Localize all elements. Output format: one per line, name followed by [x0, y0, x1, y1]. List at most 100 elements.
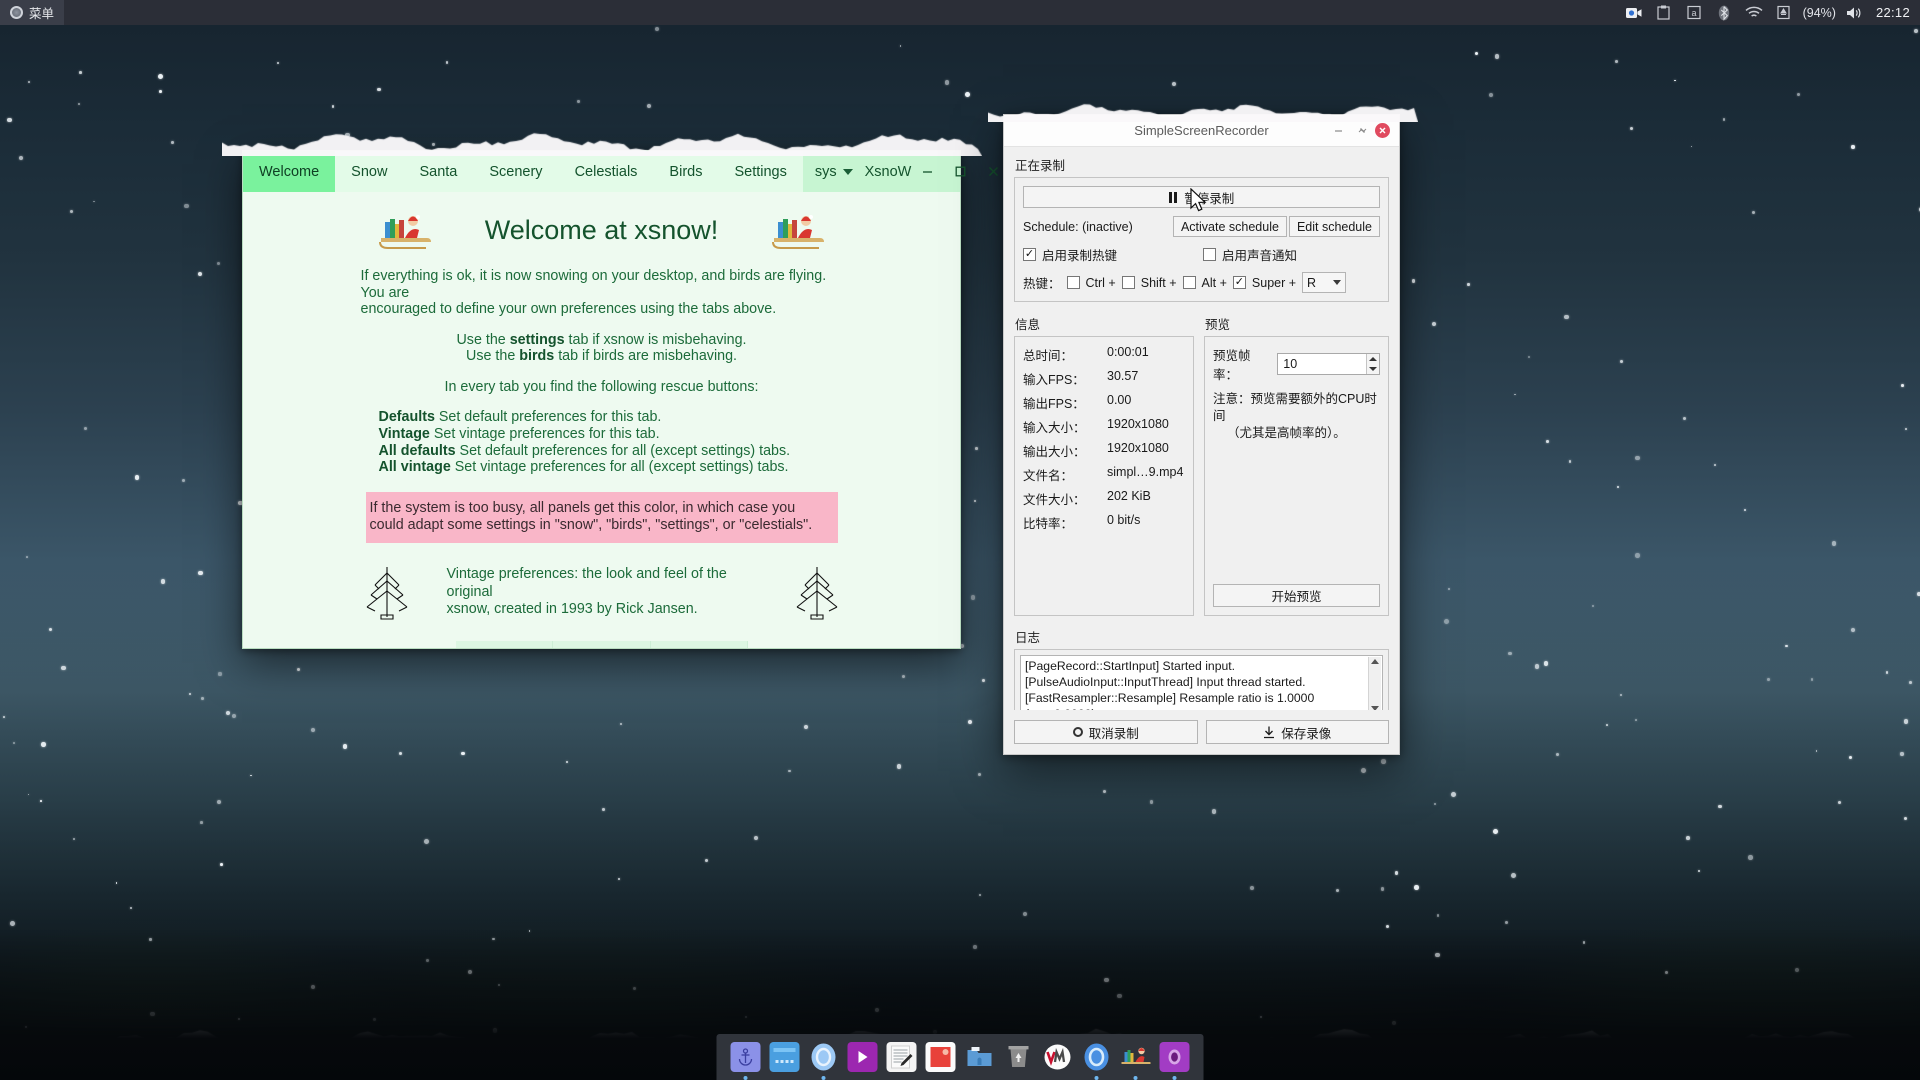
sys-menu-label: sys: [814, 163, 837, 180]
dock-item-file-manager[interactable]: [965, 1042, 995, 1072]
modifier-alt-checkbox[interactable]: [1182, 276, 1196, 289]
maximize-button[interactable]: [944, 151, 977, 192]
minimize-button[interactable]: [911, 151, 944, 192]
sound-notify-checkbox[interactable]: [1203, 248, 1216, 261]
speaker-icon[interactable]: [1840, 0, 1870, 25]
log-text-area[interactable]: [PageRecord::StartInput] Started input. …: [1020, 655, 1383, 710]
dock-item-text-editor[interactable]: [886, 1042, 917, 1072]
hotkey-row: 热键： Ctrl + Shift + Alt + ✓ Super + R: [1023, 272, 1380, 293]
running-indicator: [1133, 1076, 1138, 1080]
busy-warning-panel: If the system is too busy, all panels ge…: [365, 491, 838, 543]
donate-link[interactable]: Donate: [553, 640, 650, 648]
santa-sleigh-icon-right: [770, 208, 826, 252]
ssr-restore-button[interactable]: [1351, 120, 1373, 142]
preview-fps-stepper[interactable]: [1277, 353, 1380, 375]
dock-item-window-manager[interactable]: [769, 1042, 800, 1072]
modifier-ctrl-checkbox[interactable]: [1066, 276, 1080, 289]
tab-snow[interactable]: Snow: [335, 151, 404, 192]
tab-welcome[interactable]: Welcome: [243, 151, 336, 192]
info-value-bit-rate: 0 bit/s: [1107, 513, 1141, 527]
tip-2-bold: birds: [519, 348, 555, 365]
dock-item-browser-blue[interactable]: [809, 1042, 839, 1080]
log-groupbox: [PageRecord::StartInput] Started input. …: [1014, 649, 1389, 710]
record-circle-icon: [1072, 727, 1083, 737]
dock-item-xsnow[interactable]: [1121, 1042, 1151, 1080]
dock-item-vmware[interactable]: [1043, 1042, 1073, 1072]
schedule-row: Schedule: (inactive) Activate schedule E…: [1023, 216, 1380, 237]
modifier-shift-checkbox[interactable]: [1121, 276, 1135, 289]
rescue-desc: Set vintage preferences for all (except …: [450, 459, 789, 476]
ssr-minimize-button[interactable]: [1327, 120, 1349, 142]
checkbox-row: ✓ 启用录制热键 启用声音通知: [1023, 245, 1380, 264]
dock-item-image-viewer[interactable]: [925, 1042, 956, 1072]
updates-tray-icon[interactable]: [1769, 0, 1799, 25]
running-indicator: [743, 1076, 748, 1080]
ssr-close-button[interactable]: [1375, 123, 1390, 138]
log-group-title: 日志: [1015, 631, 1041, 645]
all-vintage-button[interactable]: All vintage: [650, 640, 748, 648]
start-preview-button[interactable]: 开始预览: [1213, 584, 1380, 607]
cancel-recording-button[interactable]: 取消录制: [1014, 720, 1198, 744]
preview-fps-input[interactable]: [1278, 354, 1366, 374]
stepper-down-button[interactable]: [1367, 364, 1379, 374]
bluetooth-tray-icon[interactable]: [1709, 0, 1739, 25]
modifier-ctrl-row[interactable]: Ctrl +: [1066, 276, 1116, 290]
chevron-up-icon: [1369, 357, 1377, 361]
modifier-shift-row[interactable]: Shift +: [1121, 276, 1177, 290]
chevron-down-icon: [1333, 280, 1342, 285]
sys-menu-button[interactable]: sys: [803, 151, 865, 192]
scroll-down-icon[interactable]: [1371, 706, 1379, 710]
dock-item-trash[interactable]: [1004, 1042, 1034, 1072]
xsnow-window-title: XsnoW: [864, 163, 912, 180]
rescue-item: Vintage Set vintage preferences for this…: [379, 426, 843, 443]
hotkey-key-select[interactable]: R: [1302, 272, 1347, 293]
activate-schedule-button[interactable]: Activate schedule: [1172, 216, 1287, 237]
menu-circle-icon: [10, 6, 23, 19]
modifier-super-checkbox[interactable]: ✓: [1232, 276, 1246, 289]
tab-settings[interactable]: Settings: [718, 151, 803, 192]
xsnow-tabbar: Welcome Snow Santa Scenery Celestials Bi…: [243, 151, 999, 192]
edit-schedule-button[interactable]: Edit schedule: [1288, 216, 1380, 237]
tab-birds[interactable]: Birds: [653, 151, 719, 192]
dock-item-chromium[interactable]: [1082, 1042, 1112, 1080]
all-defaults-button[interactable]: All defaults: [455, 640, 553, 648]
rescue-term: All vintage: [378, 459, 451, 476]
rescue-term: Defaults: [378, 409, 435, 426]
modifier-super-row[interactable]: ✓ Super +: [1232, 276, 1296, 290]
stepper-up-button[interactable]: [1367, 354, 1379, 364]
scroll-up-icon[interactable]: [1371, 659, 1379, 664]
intro-paragraph: If everything is ok, it is now snowing o…: [361, 268, 843, 318]
pause-recording-button[interactable]: 暂停录制: [1023, 186, 1380, 208]
enable-hotkey-label: 启用录制热键: [1042, 249, 1118, 263]
modifier-alt-row[interactable]: Alt +: [1182, 276, 1227, 290]
enable-hotkey-checkbox[interactable]: ✓: [1023, 248, 1036, 261]
svg-text:a: a: [1691, 8, 1696, 18]
clock[interactable]: 22:12: [1870, 5, 1910, 20]
input-method-tray-icon[interactable]: a: [1679, 0, 1709, 25]
vintage-line-1: Vintage preferences: the look and feel o…: [446, 566, 727, 600]
log-scrollbar[interactable]: [1368, 657, 1381, 710]
enable-hotkey-checkbox-row[interactable]: ✓ 启用录制热键: [1023, 245, 1203, 264]
wifi-tray-icon[interactable]: [1739, 0, 1769, 25]
download-icon: [1264, 726, 1275, 738]
tab-scenery[interactable]: Scenery: [473, 151, 559, 192]
rescue-desc: Set default preferences for all (except …: [455, 442, 791, 459]
preview-note: 注意：预览需要额外的CPU时间 （尤其是高帧率的）。: [1213, 391, 1380, 442]
xsnow-window-controls: [911, 151, 1010, 192]
dock-item-media-player[interactable]: [847, 1042, 878, 1072]
simplescreenrecorder-window: SimpleScreenRecorder 正在录制 暂停录制 Schedule:…: [1003, 114, 1400, 755]
menu-button[interactable]: 菜单: [0, 0, 65, 25]
dock-item-purple-app[interactable]: [1159, 1042, 1190, 1080]
screen-recorder-tray-icon[interactable]: [1619, 0, 1649, 25]
tab-celestials[interactable]: Celestials: [558, 151, 654, 192]
info-key-total-time: 总时间：: [1023, 349, 1074, 363]
rescue-term: All defaults: [378, 442, 456, 459]
chevron-down-icon: [842, 168, 853, 175]
info-value-output-size: 1920x1080: [1107, 441, 1169, 455]
stepper-arrows[interactable]: [1366, 354, 1379, 374]
save-recording-button[interactable]: 保存录像: [1205, 720, 1389, 744]
clipboard-tray-icon[interactable]: [1649, 0, 1679, 25]
tab-santa[interactable]: Santa: [403, 151, 474, 192]
dock-item-anchor[interactable]: [730, 1042, 761, 1080]
sound-notify-checkbox-row[interactable]: 启用声音通知: [1203, 245, 1297, 264]
